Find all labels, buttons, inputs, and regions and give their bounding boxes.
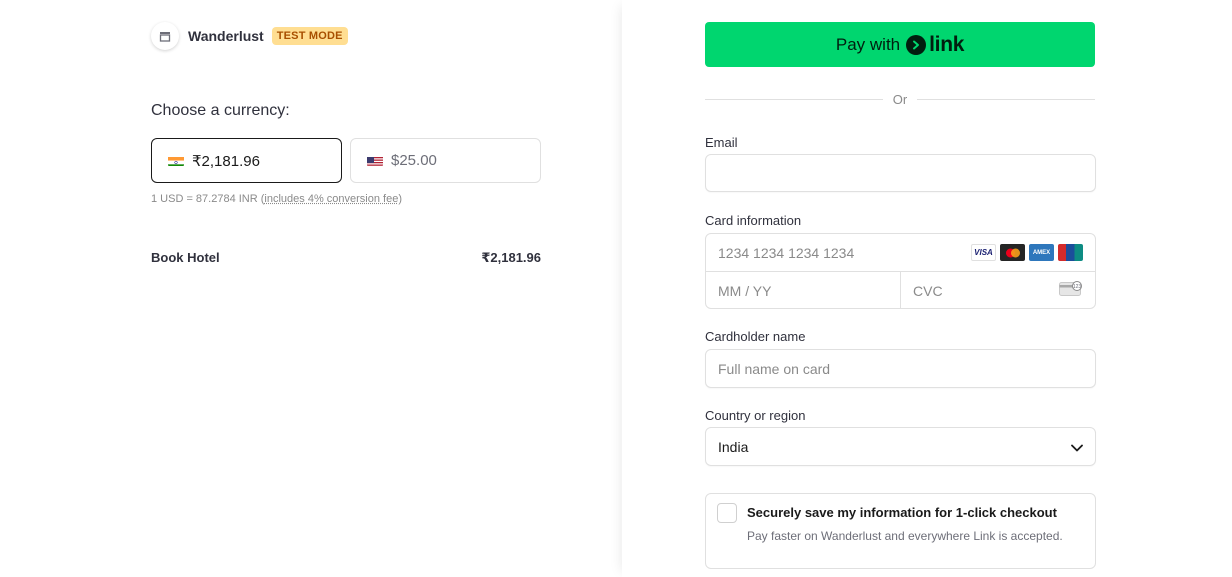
link-logo: link — [906, 33, 964, 57]
country-value: India — [718, 438, 749, 455]
svg-text:123: 123 — [1073, 284, 1082, 290]
country-select[interactable]: India — [705, 427, 1096, 466]
conversion-rate-text: 1 USD = 87.2784 INR (includes 4% convers… — [151, 193, 403, 205]
visa-icon: VISA — [971, 244, 996, 261]
card-info-group: VISA AMEX 123 — [705, 233, 1096, 309]
or-text: Or — [892, 92, 908, 107]
save-info-description: Pay faster on Wanderlust and everywhere … — [747, 529, 1063, 543]
currency-option-usd[interactable]: $25.00 — [350, 138, 541, 183]
conversion-fee-link[interactable]: includes 4% conversion fee — [264, 193, 398, 205]
email-field[interactable] — [705, 154, 1096, 192]
india-flag-icon — [168, 155, 184, 166]
store-icon — [151, 22, 179, 50]
card-number-input[interactable] — [718, 234, 958, 272]
pay-with-link-button[interactable]: Pay with link — [705, 22, 1095, 67]
currency-option-inr[interactable]: ₹2,181.96 — [151, 138, 342, 183]
card-brand-icons: VISA AMEX — [967, 244, 1083, 261]
payment-panel: Pay with link Or Email Card information … — [622, 0, 1232, 577]
mastercard-icon — [1000, 244, 1025, 261]
link-arrow-icon — [906, 34, 927, 55]
merchant-header: Wanderlust TEST MODE — [151, 22, 348, 50]
us-flag-icon — [367, 155, 383, 166]
amex-icon: AMEX — [1029, 244, 1054, 261]
unionpay-icon — [1058, 244, 1083, 261]
save-info-checkbox[interactable] — [717, 503, 737, 523]
link-brand-text: link — [929, 32, 965, 56]
cvc-input[interactable] — [913, 272, 1043, 309]
country-label: Country or region — [705, 408, 806, 423]
or-divider: Or — [705, 92, 1096, 107]
pay-with-label: Pay with — [835, 34, 901, 54]
cardholder-label: Cardholder name — [705, 329, 806, 344]
save-info-title: Securely save my information for 1-click… — [747, 505, 1057, 520]
currency-amount-usd: $25.00 — [391, 152, 437, 169]
email-label: Email — [705, 135, 738, 150]
order-summary-panel: Wanderlust TEST MODE Choose a currency: … — [0, 0, 622, 577]
line-item-amount: ₹2,181.96 — [481, 250, 541, 265]
line-item: Book Hotel ₹2,181.96 — [151, 250, 541, 266]
currency-heading: Choose a currency: — [151, 102, 290, 119]
card-info-label: Card information — [705, 213, 802, 228]
currency-amount-inr: ₹2,181.96 — [192, 152, 260, 170]
cvc-card-icon: 123 — [1059, 281, 1083, 302]
expiry-input[interactable] — [718, 272, 888, 309]
chevron-down-icon — [1071, 439, 1083, 455]
save-info-box: Securely save my information for 1-click… — [705, 493, 1096, 569]
merchant-name: Wanderlust — [188, 28, 264, 44]
line-item-name: Book Hotel — [151, 250, 220, 265]
cardholder-name-field[interactable] — [705, 349, 1096, 388]
test-mode-badge: TEST MODE — [271, 27, 348, 45]
